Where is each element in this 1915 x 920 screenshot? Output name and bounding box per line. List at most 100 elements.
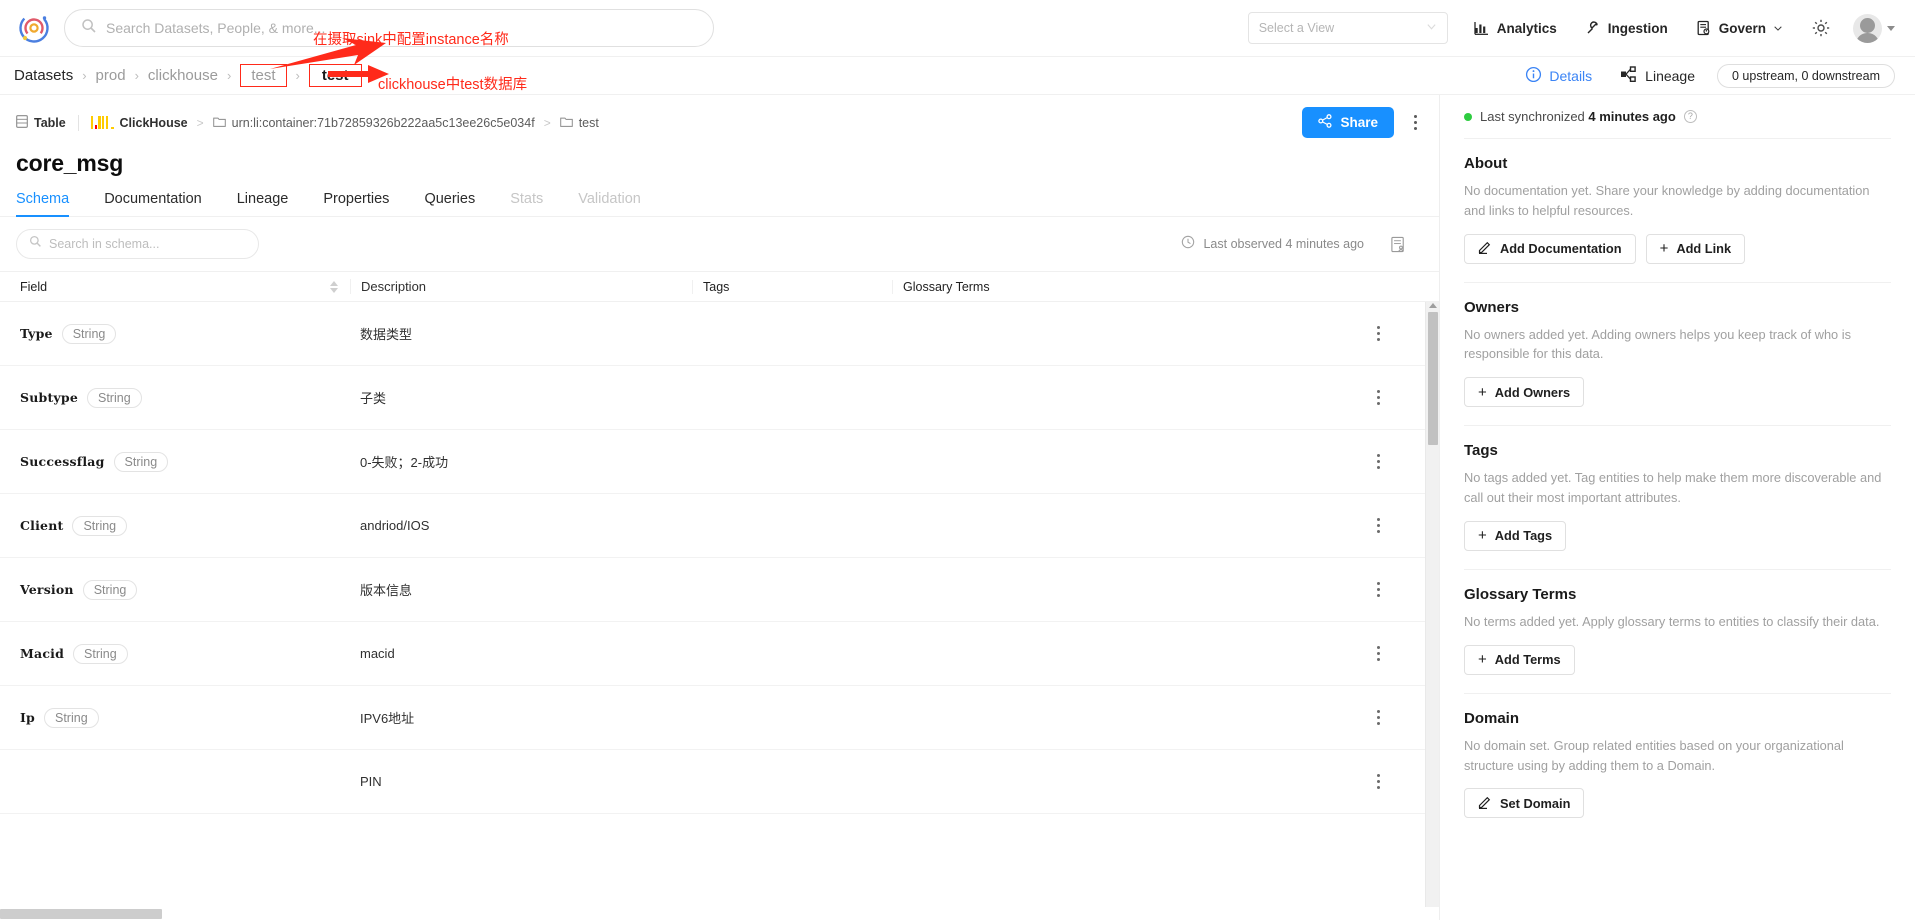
nav-link-ingestion[interactable]: Ingestion: [1585, 20, 1668, 36]
entity-main-pane: Table ClickHouse > urn:li:container:71b7…: [0, 95, 1440, 920]
column-header-field[interactable]: Field: [10, 280, 350, 294]
row-more-menu-icon[interactable]: [1373, 322, 1384, 345]
sort-icon[interactable]: [330, 280, 338, 293]
global-search-box[interactable]: [64, 9, 714, 47]
table-row[interactable]: Type String 数据类型: [0, 302, 1439, 366]
table-row[interactable]: PIN: [0, 750, 1439, 814]
row-more-menu-icon[interactable]: [1373, 514, 1384, 537]
entity-more-menu-icon[interactable]: [1408, 115, 1423, 130]
breadcrumb-item-clickhouse[interactable]: clickhouse: [148, 67, 218, 84]
row-field: Client String: [10, 515, 350, 536]
governance-icon: [1696, 20, 1712, 36]
settings-gear-icon[interactable]: [1811, 18, 1831, 38]
section-body-owners: No owners added yet. Adding owners helps…: [1464, 326, 1851, 362]
question-circle-icon[interactable]: ?: [1683, 110, 1697, 123]
plus-icon: +: [1478, 527, 1487, 545]
row-more-menu-icon[interactable]: [1373, 706, 1384, 729]
user-menu[interactable]: [1853, 13, 1895, 43]
table-icon: [16, 114, 28, 131]
share-button[interactable]: Share: [1302, 107, 1394, 138]
row-actions: [1092, 578, 1439, 601]
column-header-field-label: Field: [20, 279, 48, 294]
tab-documentation[interactable]: Documentation: [104, 191, 202, 216]
path-separator: >: [543, 115, 551, 130]
field-name: Subtype: [20, 390, 78, 405]
search-input[interactable]: [106, 20, 697, 36]
glossary-actions: + Add Terms: [1464, 644, 1891, 675]
entity-type: Table: [16, 114, 66, 131]
table-row[interactable]: Version String 版本信息: [0, 558, 1439, 622]
table-row[interactable]: Subtype String 子类: [0, 366, 1439, 430]
row-more-menu-icon[interactable]: [1373, 642, 1384, 665]
row-more-menu-icon[interactable]: [1373, 770, 1384, 793]
breadcrumb-item-datasets[interactable]: Datasets: [14, 67, 73, 84]
about-actions: Add Documentation + Add Link: [1464, 233, 1891, 264]
status-dot: [1464, 112, 1472, 121]
table-row[interactable]: Client String andriod/IOS: [0, 494, 1439, 558]
view-selector[interactable]: Select a View: [1247, 12, 1448, 44]
top-nav-right-group: Select a View Analytics Ingestion Govern: [1247, 12, 1895, 44]
sync-time: 4 minutes ago: [1588, 109, 1676, 124]
row-more-menu-icon[interactable]: [1373, 578, 1384, 601]
entity-container-test[interactable]: test: [559, 116, 599, 130]
breadcrumb-bar: Datasets › prod › clickhouse › test › te…: [0, 32, 1915, 95]
breadcrumb-item-test-instance[interactable]: test: [240, 64, 287, 87]
pencil-icon: [1478, 795, 1492, 812]
tab-schema[interactable]: Schema: [16, 191, 70, 217]
tab-queries[interactable]: Queries: [424, 191, 475, 216]
raw-schema-icon[interactable]: [1390, 236, 1407, 253]
entity-container-urn[interactable]: urn:li:container:71b72859326b222aa5c13ee…: [212, 116, 535, 130]
schema-table-header: Field Description Tags Glossary Terms: [0, 272, 1439, 302]
schema-last-observed-label: Last observed 4 minutes ago: [1203, 237, 1364, 251]
upstream-downstream-badge[interactable]: 0 upstream, 0 downstream: [1717, 63, 1895, 88]
table-row[interactable]: Macid String macid: [0, 622, 1439, 686]
table-row[interactable]: Successflag String 0-失败；2-成功: [0, 430, 1439, 494]
nav-link-govern[interactable]: Govern: [1696, 20, 1783, 36]
table-horizontal-scrollbar[interactable]: [0, 907, 1439, 920]
scrollbar-thumb[interactable]: [0, 909, 162, 919]
add-link-button[interactable]: + Add Link: [1645, 233, 1746, 264]
set-domain-button[interactable]: Set Domain: [1464, 788, 1585, 819]
plus-icon: +: [1659, 240, 1669, 258]
breadcrumb-item-prod[interactable]: prod: [96, 67, 126, 84]
bar-chart-icon: [1474, 20, 1490, 36]
breadcrumb-item-test-database[interactable]: test: [308, 64, 362, 87]
avatar: [1853, 13, 1882, 43]
field-type-badge: String: [113, 451, 169, 472]
add-tags-label: Add Tags: [1494, 528, 1553, 544]
lineage-icon: [1620, 65, 1638, 86]
clock-icon: [1181, 235, 1195, 254]
entity-sidebar: Last synchronized 4 minutes ago ? About …: [1440, 95, 1915, 920]
nav-link-analytics[interactable]: Analytics: [1474, 20, 1557, 36]
sidebar-section-owners: Owners No owners added yet. Adding owner…: [1464, 281, 1891, 426]
add-owners-button[interactable]: + Add Owners: [1464, 377, 1585, 408]
row-actions: [1092, 642, 1439, 665]
row-more-menu-icon[interactable]: [1373, 450, 1384, 473]
entity-tabs: Schema Documentation Lineage Properties …: [0, 191, 1439, 217]
lineage-toggle[interactable]: Lineage: [1620, 65, 1695, 86]
scroll-up-arrow-icon[interactable]: [1429, 303, 1437, 308]
section-title-about: About: [1464, 155, 1508, 172]
sidebar-section-about: About No documentation yet. Share your k…: [1464, 138, 1891, 282]
add-tags-button[interactable]: + Add Tags: [1464, 520, 1567, 551]
tab-lineage[interactable]: Lineage: [237, 191, 289, 216]
row-more-menu-icon[interactable]: [1373, 386, 1384, 409]
add-terms-button[interactable]: + Add Terms: [1464, 644, 1575, 675]
table-vertical-scrollbar[interactable]: [1425, 302, 1439, 920]
add-documentation-button[interactable]: Add Documentation: [1464, 233, 1636, 264]
details-toggle[interactable]: Details: [1525, 66, 1592, 86]
top-navigation-bar: Select a View Analytics: [0, 0, 1915, 57]
field-name: Client: [20, 518, 64, 533]
breadcrumb-separator: ›: [226, 68, 232, 83]
field-type-badge: String: [73, 643, 128, 664]
row-actions: [1092, 322, 1439, 345]
row-description: macid: [360, 646, 395, 661]
schema-search-box[interactable]: [16, 229, 259, 259]
sidebar-section-domain: Domain No domain set. Group related enti…: [1464, 692, 1891, 837]
schema-search-input[interactable]: [49, 237, 246, 251]
entity-header: Table ClickHouse > urn:li:container:71b7…: [0, 95, 1439, 177]
datahub-logo-icon[interactable]: [14, 8, 54, 48]
tab-properties[interactable]: Properties: [323, 191, 389, 216]
scrollbar-thumb[interactable]: [1428, 312, 1438, 445]
table-row[interactable]: Ip String IPV6地址: [0, 686, 1439, 750]
